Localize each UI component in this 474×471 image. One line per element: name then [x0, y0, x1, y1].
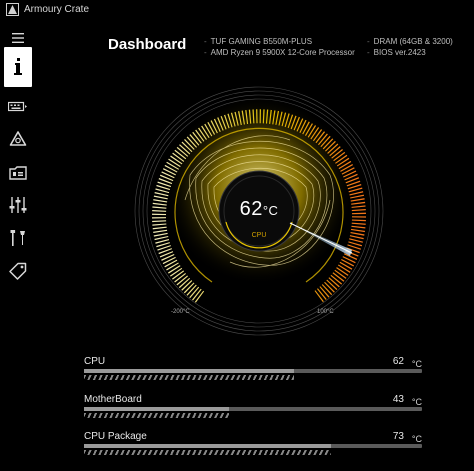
- sensor-name: CPU: [84, 356, 106, 367]
- sensor-name: MotherBoard: [84, 394, 142, 405]
- motherboard-info: - TUF GAMING B550M-PLUS: [204, 36, 312, 47]
- sensor-bar-track: [84, 407, 422, 411]
- app-logo-icon: [6, 3, 19, 16]
- keyboard-icon: [8, 101, 27, 112]
- sensor-bar-fill: [84, 407, 230, 411]
- sensor-value: 43: [392, 394, 404, 405]
- sensor-row-cpu-package: CPU Package 73 °C: [84, 431, 424, 461]
- sensor-bar-stripes: [84, 450, 422, 455]
- app-title: Armoury Crate: [24, 4, 90, 15]
- sensor-bar-track: [84, 444, 422, 448]
- sliders-icon: [9, 197, 27, 213]
- cpu-name: AMD Ryzen 9 5900X 12-Core Processor: [210, 48, 355, 57]
- title-bar: Armoury Crate: [0, 0, 474, 20]
- gauge-label: CPU: [251, 232, 267, 239]
- sensor-bar-fill: [84, 369, 294, 373]
- gauge-temperature-value: 62: [239, 198, 263, 220]
- sensor-bar-stripes-mask: [229, 413, 422, 418]
- gauge-max-label: 100°C: [317, 309, 334, 315]
- sensor-value: 73: [392, 431, 404, 442]
- motherboard-name: TUF GAMING B550M-PLUS: [210, 37, 313, 46]
- dash-separator: -: [204, 48, 207, 57]
- sensor-unit: °C: [411, 359, 422, 369]
- sensor-bar-stripes: [84, 413, 422, 418]
- sensor-row-cpu: CPU 62 °C: [84, 356, 424, 386]
- dash-separator: -: [367, 48, 370, 57]
- sidebar-item-tools[interactable]: [0, 223, 36, 253]
- cpu-info: - AMD Ryzen 9 5900X 12-Core Processor: [204, 47, 355, 58]
- sidebar-item-dashboard[interactable]: [4, 47, 32, 87]
- dram-info: - DRAM (64GB & 3200): [367, 36, 453, 47]
- sensor-bar-fill: [84, 444, 331, 448]
- pc-device-icon: [9, 166, 27, 180]
- sidebar-item-devices[interactable]: [0, 91, 36, 121]
- sensor-unit: °C: [411, 397, 422, 407]
- sensor-bar-stripes: [84, 375, 422, 380]
- gauge-temperature-unit: °C: [262, 203, 279, 218]
- sensor-unit: °C: [411, 434, 422, 444]
- tag-icon: [9, 262, 27, 280]
- sensor-bar-stripes-mask: [293, 375, 422, 380]
- gauge-min-label: -200°C: [171, 309, 190, 315]
- sensor-bar-stripes-mask: [330, 450, 422, 455]
- dram-spec: DRAM (64GB & 3200): [373, 37, 453, 46]
- info-icon: [14, 58, 22, 75]
- sensor-row-motherboard: MotherBoard 43 °C: [84, 394, 424, 424]
- sensor-value: 62: [392, 356, 404, 367]
- tools-icon: [10, 230, 25, 246]
- sidebar: [0, 20, 36, 471]
- bios-info: - BIOS ver.2423: [367, 47, 426, 58]
- dash-separator: -: [204, 37, 207, 46]
- sidebar-item-game-visual[interactable]: [0, 158, 36, 188]
- sidebar-item-deals[interactable]: [0, 256, 36, 286]
- sensor-bar-track: [84, 369, 422, 373]
- hamburger-menu-icon: [12, 33, 24, 43]
- sensor-name: CPU Package: [84, 431, 147, 442]
- sidebar-item-aura-sync[interactable]: [0, 124, 36, 154]
- rgb-triangle-icon: [9, 131, 27, 146]
- dash-separator: -: [367, 37, 370, 46]
- sidebar-item-settings-sliders[interactable]: [0, 190, 36, 220]
- bios-version: BIOS ver.2423: [373, 48, 426, 57]
- gauge-temperature-readout: 62°C: [229, 198, 289, 221]
- page-title: Dashboard: [108, 36, 187, 53]
